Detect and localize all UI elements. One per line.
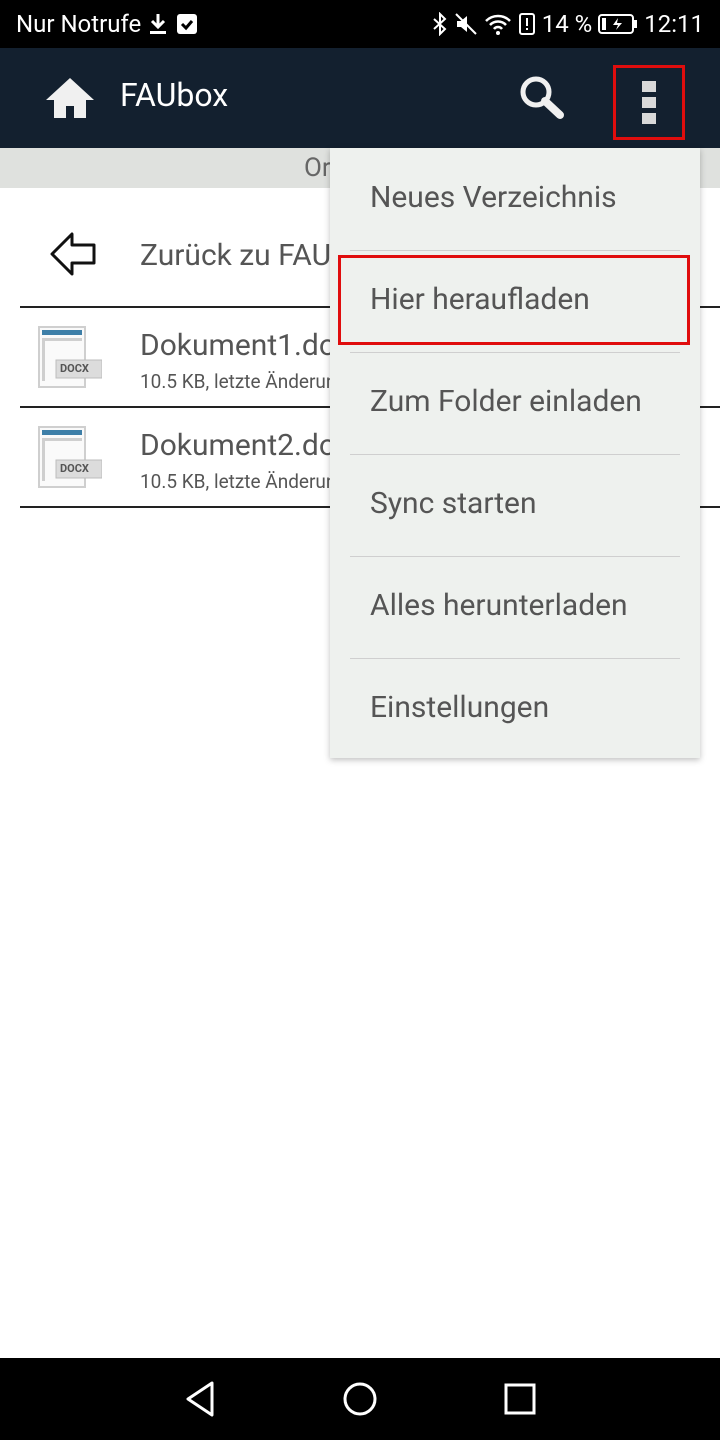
battery-percent: 14 % bbox=[541, 10, 593, 38]
menu-item-label: Neues Verzeichnis bbox=[370, 180, 617, 215]
file-meta: 10.5 KB, letzte Änderung bbox=[140, 370, 348, 393]
search-button[interactable] bbox=[512, 72, 572, 124]
docx-file-icon: DOCX bbox=[38, 326, 103, 390]
recents-square-icon[interactable] bbox=[500, 1379, 540, 1419]
file-type-label: DOCX bbox=[60, 462, 89, 475]
app-title: FAUbox bbox=[120, 76, 229, 114]
back-arrow-icon bbox=[50, 232, 96, 276]
more-options-button[interactable] bbox=[613, 65, 685, 140]
clock: 12:11 bbox=[644, 10, 704, 38]
wifi-icon bbox=[484, 12, 512, 36]
more-vert-icon bbox=[642, 81, 656, 92]
back-triangle-icon[interactable] bbox=[180, 1379, 220, 1419]
menu-item-new-folder[interactable]: Neues Verzeichnis bbox=[330, 148, 700, 250]
bluetooth-icon bbox=[432, 12, 448, 36]
download-icon bbox=[147, 12, 169, 36]
docx-file-icon: DOCX bbox=[38, 426, 103, 490]
sim-alert-icon bbox=[518, 12, 536, 36]
file-meta: 10.5 KB, letzte Änderung bbox=[140, 470, 348, 493]
app-bar: FAUbox bbox=[0, 48, 720, 148]
file-type-label: DOCX bbox=[60, 362, 89, 375]
menu-item-label: Sync starten bbox=[370, 486, 537, 521]
menu-item-invite-to-folder[interactable]: Zum Folder einladen bbox=[330, 352, 700, 454]
mute-icon bbox=[454, 12, 478, 36]
carrier-label: Nur Notrufe bbox=[16, 10, 142, 38]
menu-item-label: Einstellungen bbox=[370, 690, 550, 725]
battery-charging-icon bbox=[598, 13, 638, 35]
home-icon bbox=[46, 78, 94, 118]
menu-item-label: Hier heraufladen bbox=[370, 282, 590, 317]
menu-item-label: Alles herunterladen bbox=[370, 588, 628, 623]
search-icon bbox=[520, 76, 564, 119]
home-circle-icon[interactable] bbox=[340, 1379, 380, 1419]
save-icon bbox=[175, 12, 199, 36]
system-nav-bar bbox=[0, 1358, 720, 1440]
menu-item-start-sync[interactable]: Sync starten bbox=[330, 454, 700, 556]
path-text: Or bbox=[304, 153, 331, 183]
overflow-menu: Neues Verzeichnis Hier heraufladen Zum F… bbox=[330, 148, 700, 758]
menu-item-label: Zum Folder einladen bbox=[370, 384, 642, 419]
status-bar: Nur Notrufe 14 % 12:11 bbox=[0, 0, 720, 48]
menu-item-settings[interactable]: Einstellungen bbox=[330, 658, 700, 760]
menu-item-upload-here[interactable]: Hier heraufladen bbox=[330, 250, 700, 352]
menu-item-download-all[interactable]: Alles herunterladen bbox=[330, 556, 700, 658]
home-button[interactable] bbox=[40, 72, 100, 124]
